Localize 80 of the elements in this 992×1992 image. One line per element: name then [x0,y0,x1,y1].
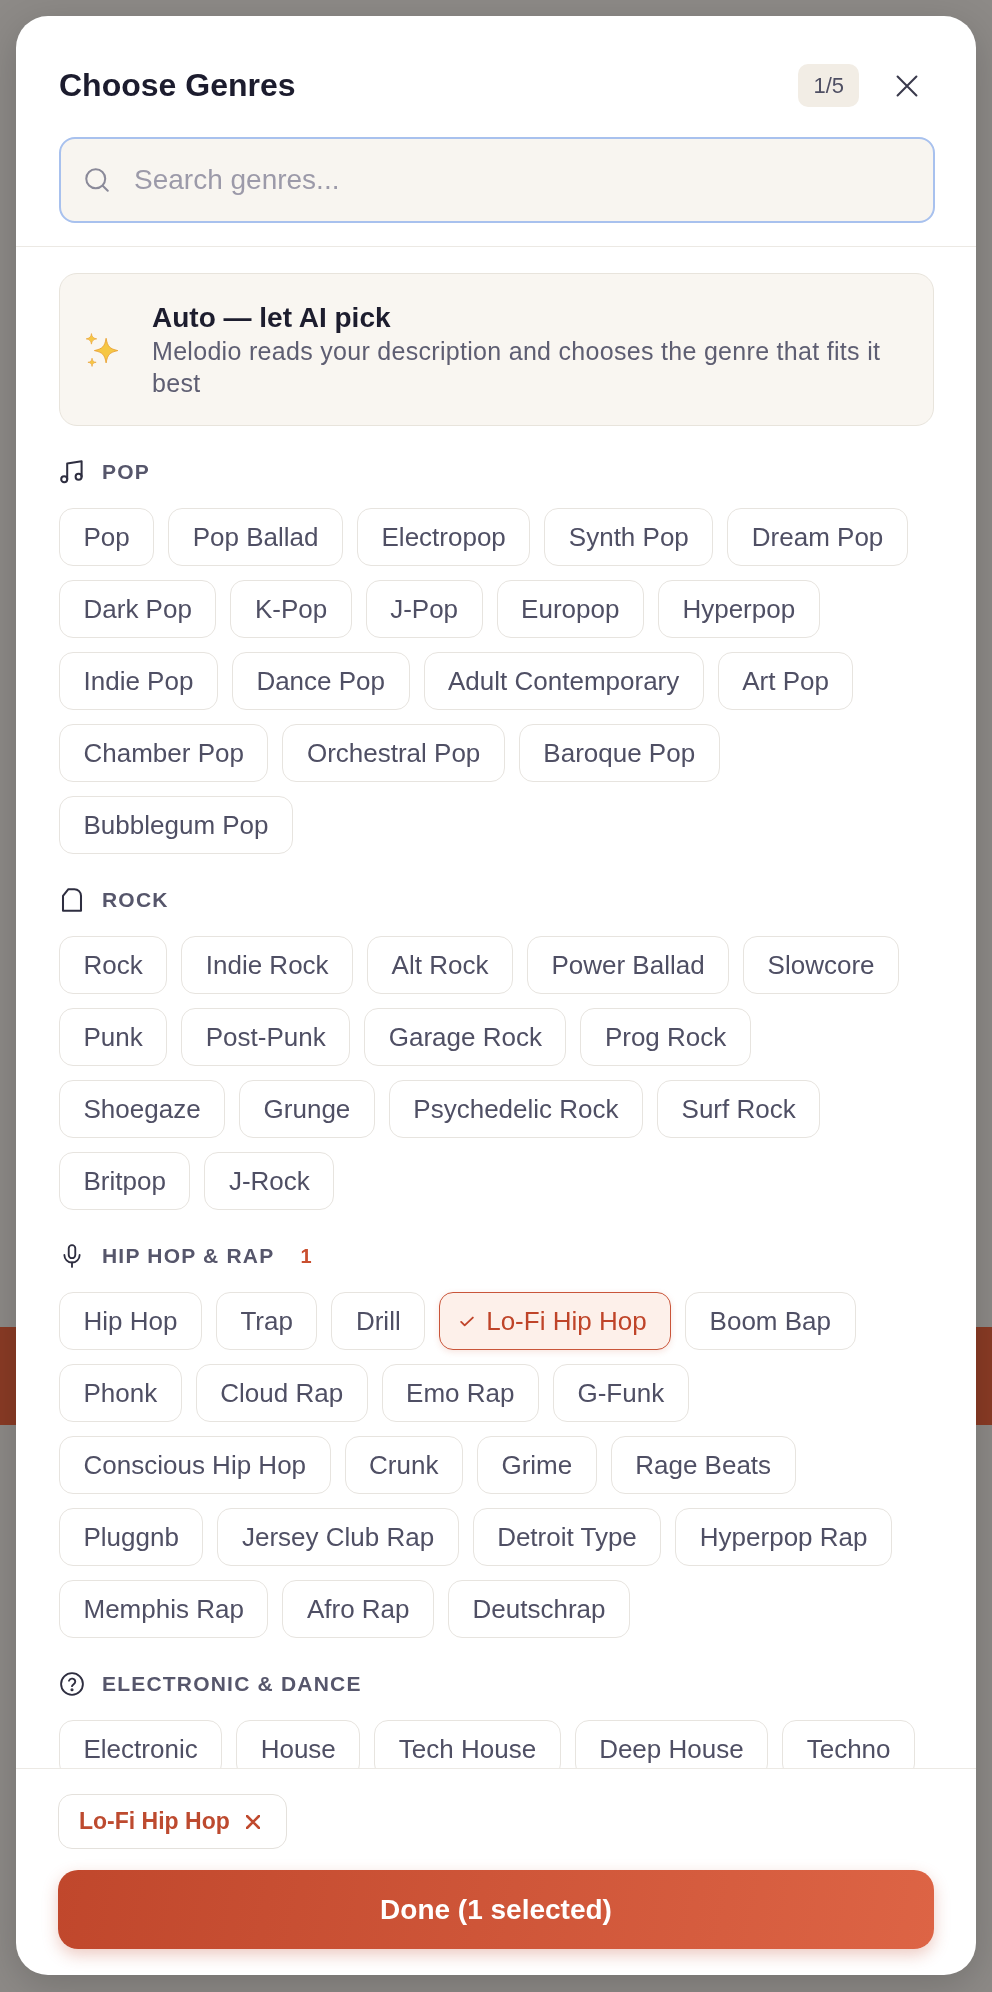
dialog-title: Choose Genres [59,66,297,105]
genre-chip[interactable]: J-Pop [365,580,483,638]
genre-chip[interactable]: Pop [59,508,155,566]
genre-chip[interactable]: Orchestral Pop [282,724,505,782]
genre-chip[interactable]: Psychedelic Rock [388,1080,644,1138]
genre-chip[interactable]: Europop [496,580,644,638]
genre-chip[interactable]: Electropop [357,508,531,566]
genre-chip[interactable]: Memphis Rap [59,1580,269,1638]
genre-chip[interactable]: Rock [59,936,168,994]
category-heading: ELECTRONIC & DANCE [102,1672,362,1696]
question-icon [60,1672,84,1696]
stone-icon [60,888,84,912]
close-button[interactable] [895,73,919,98]
genre-chip[interactable]: G-Funk [553,1364,689,1422]
genre-chip[interactable]: Hyperpop [657,580,820,638]
genre-chip[interactable]: Dream Pop [727,508,908,566]
genre-chip[interactable]: Adult Contemporary [423,652,704,710]
genre-chip[interactable]: Drill [331,1292,426,1350]
genre-chip[interactable]: Boom Bap [685,1292,856,1350]
genre-chip[interactable]: Prog Rock [580,1008,751,1066]
genre-chip[interactable]: Chamber Pop [59,724,269,782]
genre-chip[interactable]: Grunge [239,1080,375,1138]
genre-chip[interactable]: Conscious Hip Hop [59,1436,331,1494]
check-icon [460,1315,475,1327]
auto-pick-description: Melodio reads your description and chooses the genre that fits it best [152,336,882,399]
genre-chip[interactable]: Cloud Rap [195,1364,368,1422]
genre-chip[interactable]: Britpop [59,1152,191,1210]
genre-chip[interactable]: Lo-Fi Hip Hop [439,1292,672,1350]
genre-chip[interactable]: Rage Beats [610,1436,796,1494]
genre-chip[interactable]: Indie Rock [181,936,354,994]
genre-chip[interactable]: Pluggnb [59,1508,204,1566]
genre-chip[interactable]: Grime [476,1436,597,1494]
genre-chip[interactable]: Garage Rock [364,1008,567,1066]
genre-chip[interactable]: Post-Punk [181,1008,351,1066]
genre-chip[interactable]: Deutschrap [448,1580,630,1638]
genre-chip[interactable]: Deep House [574,1720,769,1768]
genre-chip[interactable]: Techno [782,1720,915,1768]
genre-chip[interactable]: Power Ballad [526,936,730,994]
genre-chip[interactable]: Emo Rap [381,1364,539,1422]
genre-chip[interactable]: Pop Ballad [168,508,344,566]
genre-chip[interactable]: Afro Rap [282,1580,434,1638]
genre-chip[interactable]: Crunk [344,1436,463,1494]
genre-chip[interactable]: Hyperpop Rap [675,1508,892,1566]
done-button[interactable]: Done (1 selected) [58,1870,934,1949]
genre-chip[interactable]: Hip Hop [59,1292,202,1350]
genre-chip[interactable]: K-Pop [230,580,352,638]
genre-chip[interactable]: Slowcore [743,936,900,994]
genre-chip[interactable]: Shoegaze [59,1080,226,1138]
genre-chip[interactable]: Art Pop [717,652,854,710]
selected-count: 1 [300,1244,312,1268]
category-heading: POP [102,460,150,484]
genre-chip[interactable]: Alt Rock [367,936,513,994]
genre-chip[interactable]: Detroit Type [472,1508,662,1566]
genre-chip[interactable]: Indie Pop [59,652,218,710]
auto-pick-card[interactable]: Auto — let AI pick Melodio reads your description and chooses the genre that fits it best [59,273,934,426]
music-note-icon [60,460,84,484]
genre-chip[interactable]: Phonk [59,1364,182,1422]
search-icon [85,168,109,192]
genre-chip[interactable]: J-Rock [204,1152,335,1210]
remove-icon [245,1814,260,1829]
genre-chip[interactable]: Dark Pop [59,580,217,638]
genre-chip[interactable]: Punk [59,1008,168,1066]
genre-chip[interactable]: Baroque Pop [518,724,720,782]
genre-chip[interactable]: Electronic [59,1720,223,1768]
genre-chip[interactable]: Surf Rock [657,1080,821,1138]
step-counter: 1/5 [798,64,859,107]
auto-pick-title: Auto — let AI pick [152,301,392,335]
search-field[interactable]: Search genres... [59,137,935,223]
genre-chip[interactable]: Dance Pop [231,652,410,710]
sparkle-icon [85,333,119,367]
genre-chip[interactable]: House [236,1720,361,1768]
genre-chip[interactable]: Trap [215,1292,318,1350]
genre-chip[interactable]: Synth Pop [544,508,714,566]
selected-genre-chip[interactable]: Lo-Fi Hip Hop [58,1794,287,1849]
genre-chip[interactable]: Tech House [374,1720,561,1768]
category-heading: HIP HOP & RAP [102,1244,275,1268]
category-heading: ROCK [102,888,169,912]
genre-chip[interactable]: Bubblegum Pop [59,796,294,854]
genre-chip[interactable]: Jersey Club Rap [217,1508,459,1566]
close-icon [896,74,918,97]
